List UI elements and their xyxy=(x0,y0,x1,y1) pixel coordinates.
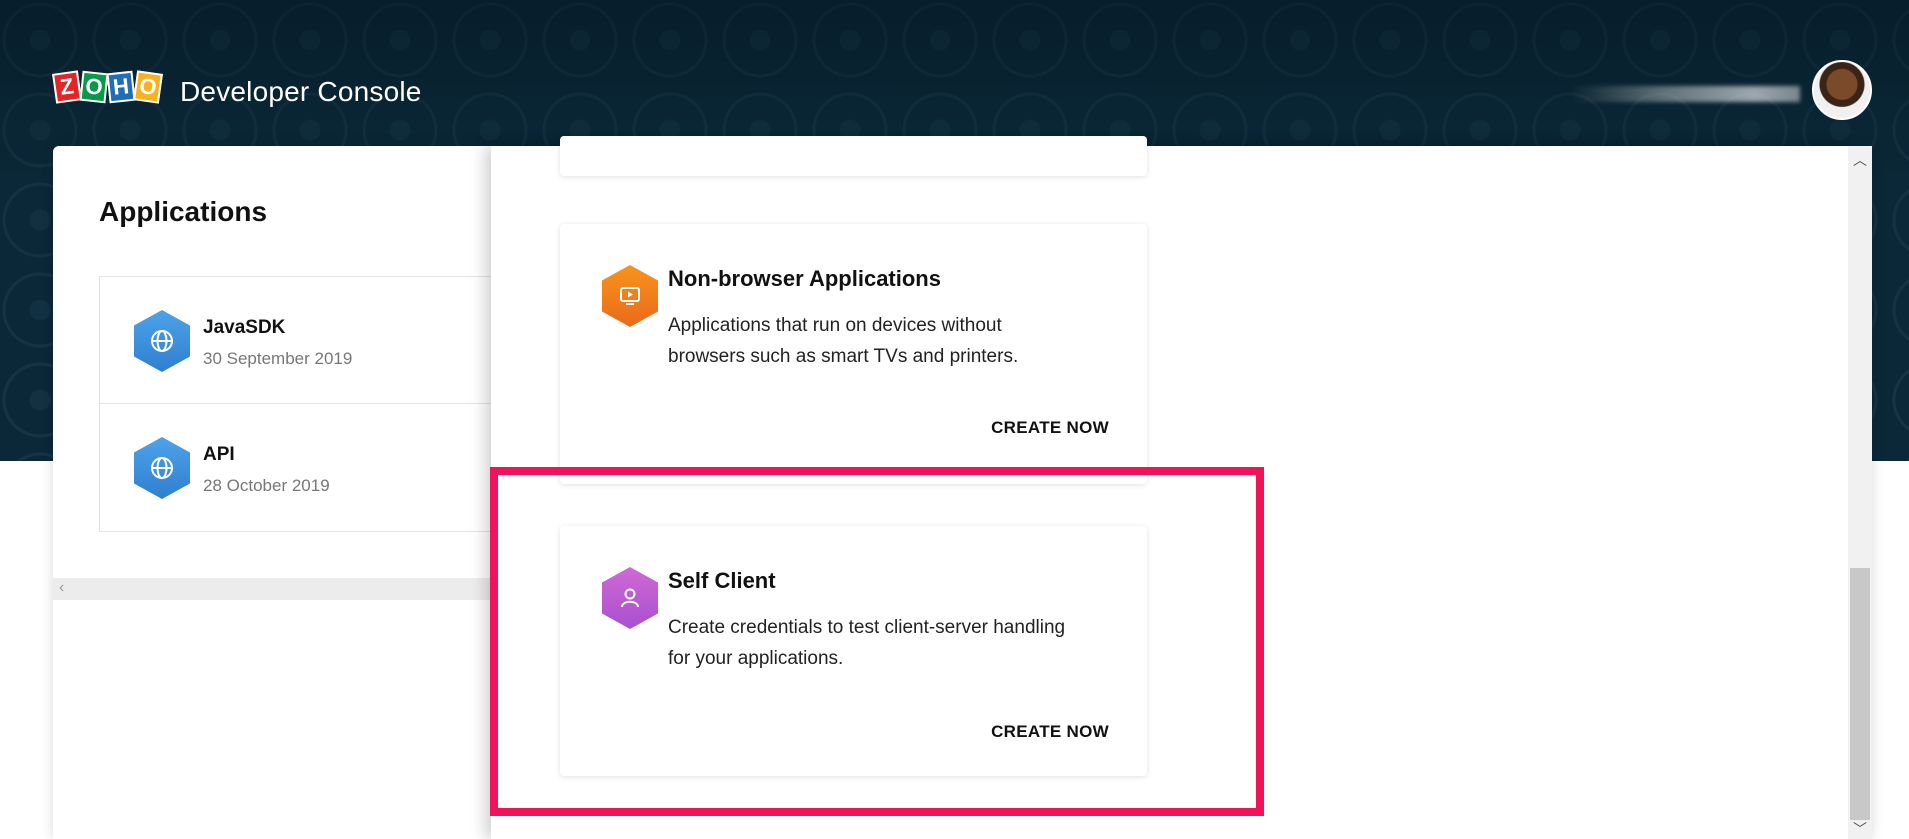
scroll-up-icon[interactable]: ︿ xyxy=(1853,150,1867,170)
create-now-button[interactable]: CREATE NOW xyxy=(991,418,1109,438)
application-list: JavaSDK 30 September 2019 API 28 October… xyxy=(99,276,519,532)
user-avatar[interactable] xyxy=(1812,60,1872,120)
application-date: 30 September 2019 xyxy=(203,349,353,368)
horizontal-scrollbar[interactable]: ‹ xyxy=(53,578,493,600)
logo-letter-z: Z xyxy=(52,70,82,104)
header-decoration xyxy=(1570,86,1800,102)
application-item-api[interactable]: API 28 October 2019 xyxy=(100,404,518,531)
client-type-card-non-browser: Non-browser Applications Applications th… xyxy=(560,224,1147,484)
globe-icon xyxy=(134,437,190,499)
console-title: Developer Console xyxy=(180,76,422,107)
applications-heading: Applications xyxy=(99,196,268,227)
client-type-drawer: Non-browser Applications Applications th… xyxy=(490,136,1848,839)
scrollbar-thumb[interactable] xyxy=(1850,568,1870,820)
card-description: Applications that run on devices without… xyxy=(668,315,1019,367)
monitor-icon xyxy=(602,265,658,327)
scroll-down-icon[interactable]: ﹀ xyxy=(1853,819,1867,839)
logo-letter-o: O xyxy=(79,70,109,104)
card-title: Non-browser Applications xyxy=(668,266,941,291)
client-type-card-self-client: Self Client Create credentials to test c… xyxy=(560,526,1147,776)
top-bar: Z O H O Developer Console xyxy=(0,0,1909,146)
client-type-card-partial xyxy=(560,136,1147,176)
card-description: Create credentials to test client-server… xyxy=(668,617,1066,669)
application-date: 28 October 2019 xyxy=(203,476,330,495)
application-item-javasdk[interactable]: JavaSDK 30 September 2019 xyxy=(100,277,518,404)
create-now-button[interactable]: CREATE NOW xyxy=(991,722,1109,742)
vertical-scrollbar[interactable]: ︿ ﹀ xyxy=(1848,146,1872,839)
application-name: JavaSDK xyxy=(203,317,286,338)
user-icon xyxy=(602,567,658,629)
application-name: API xyxy=(203,444,235,465)
scroll-left-icon[interactable]: ‹ xyxy=(59,579,64,597)
card-title: Self Client xyxy=(668,568,776,593)
logo-letter-h: H xyxy=(106,70,136,104)
zoho-logo[interactable]: Z O H O xyxy=(52,70,163,104)
globe-icon xyxy=(134,310,190,372)
logo-letter-o2: O xyxy=(133,70,163,104)
